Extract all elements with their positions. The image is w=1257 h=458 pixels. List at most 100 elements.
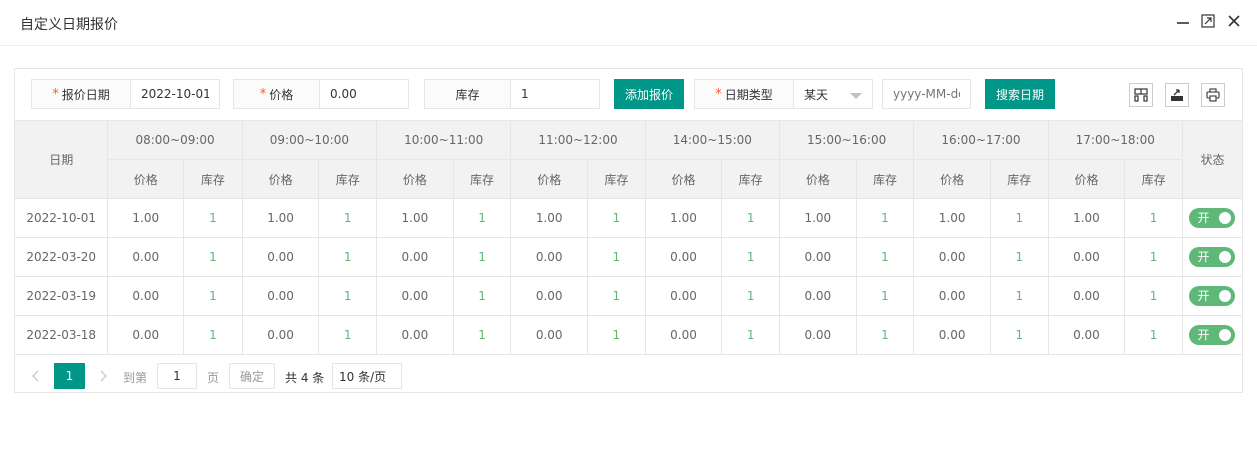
price-cell: 0.00 bbox=[913, 237, 992, 277]
stock-subheader: 库存 bbox=[587, 159, 646, 199]
stock-cell: 1 bbox=[721, 237, 780, 277]
status-toggle-label: 开 bbox=[1197, 250, 1210, 264]
price-cell: 0.00 bbox=[1047, 276, 1126, 316]
stock-cell: 1 bbox=[587, 198, 646, 238]
stock-cell: 1 bbox=[318, 276, 378, 316]
stock-cell: 1 bbox=[183, 315, 243, 355]
required-mark: * bbox=[715, 86, 722, 102]
date-type-label-text: 日期类型 bbox=[724, 87, 773, 102]
price-subheader: 价格 bbox=[376, 159, 454, 199]
pagination: 1 到第 页 确定 共 4 条 10 条/页 bbox=[15, 353, 1242, 393]
price-cell: 1.00 bbox=[778, 198, 857, 238]
page-unit-label: 页 bbox=[207, 371, 220, 385]
status-toggle-label: 开 bbox=[1197, 328, 1210, 342]
stock-cell: 1 bbox=[721, 315, 780, 355]
close-icon[interactable] bbox=[1226, 12, 1242, 30]
price-cell: 0.00 bbox=[778, 276, 857, 316]
add-quote-button[interactable]: 添加报价 bbox=[614, 79, 684, 109]
price-subheader: 价格 bbox=[1047, 159, 1126, 199]
chevron-left-icon[interactable] bbox=[25, 364, 45, 388]
price-cell: 0.00 bbox=[241, 276, 320, 316]
time-slot-header: 11:00~12:00 bbox=[510, 120, 646, 160]
status-toggle[interactable]: 开 bbox=[1189, 325, 1236, 345]
price-input[interactable] bbox=[320, 79, 409, 109]
stock-cell: 1 bbox=[721, 276, 780, 316]
stock-subheader: 库存 bbox=[452, 159, 512, 199]
row-date: 2022-10-01 bbox=[15, 198, 109, 238]
stock-cell: 1 bbox=[318, 315, 378, 355]
stock-cell: 1 bbox=[1124, 276, 1183, 316]
price-subheader: 价格 bbox=[644, 159, 723, 199]
price-cell: 0.00 bbox=[510, 276, 589, 316]
price-cell: 0.00 bbox=[376, 315, 454, 355]
stock-cell: 1 bbox=[855, 237, 915, 277]
stock-cell: 1 bbox=[452, 315, 512, 355]
price-cell: 0.00 bbox=[510, 315, 589, 355]
time-slot-header: 08:00~09:00 bbox=[107, 120, 243, 160]
stock-cell: 1 bbox=[452, 237, 512, 277]
status-cell: 开 bbox=[1181, 315, 1242, 355]
page-1-button[interactable]: 1 bbox=[54, 363, 85, 389]
stock-input[interactable] bbox=[511, 79, 600, 109]
time-slot-header: 09:00~10:00 bbox=[241, 120, 378, 160]
table-row: 2022-03-18 0.00 1 0.00 1 0.00 1 0.00 1 0.00 1 0.00 1… bbox=[15, 315, 1242, 355]
time-slot-header: 17:00~18:00 bbox=[1047, 120, 1183, 160]
status-toggle[interactable]: 开 bbox=[1189, 247, 1236, 267]
stock-cell: 1 bbox=[855, 276, 915, 316]
caret-down-icon bbox=[850, 93, 862, 99]
stock-cell: 1 bbox=[587, 237, 646, 277]
price-cell: 1.00 bbox=[107, 198, 185, 238]
columns-icon[interactable] bbox=[1129, 83, 1153, 107]
stock-subheader: 库存 bbox=[990, 159, 1049, 199]
price-subheader: 价格 bbox=[241, 159, 320, 199]
toggle-knob bbox=[1219, 290, 1232, 302]
stock-cell: 1 bbox=[855, 198, 915, 238]
stock-cell: 1 bbox=[1124, 237, 1183, 277]
stock-cell: 1 bbox=[990, 237, 1049, 277]
price-cell: 0.00 bbox=[644, 276, 723, 316]
price-cell: 0.00 bbox=[644, 237, 723, 277]
chevron-right-icon[interactable] bbox=[94, 364, 114, 388]
price-cell: 0.00 bbox=[107, 237, 185, 277]
price-cell: 0.00 bbox=[778, 237, 857, 277]
stock-cell: 1 bbox=[183, 276, 243, 316]
maximize-icon[interactable] bbox=[1200, 12, 1216, 30]
price-cell: 0.00 bbox=[376, 276, 454, 316]
stock-cell: 1 bbox=[318, 237, 378, 277]
stock-label: 库存 bbox=[424, 79, 511, 109]
price-cell: 0.00 bbox=[107, 276, 185, 316]
minimize-icon[interactable] bbox=[1175, 12, 1191, 30]
search-date-button[interactable]: 搜索日期 bbox=[985, 79, 1055, 109]
price-cell: 1.00 bbox=[241, 198, 320, 238]
time-slot-header: 14:00~15:00 bbox=[644, 120, 780, 160]
time-slot-header: 15:00~16:00 bbox=[778, 120, 915, 160]
status-toggle[interactable]: 开 bbox=[1189, 208, 1236, 228]
print-icon[interactable] bbox=[1201, 83, 1225, 107]
page-size-select[interactable]: 10 条/页 bbox=[332, 363, 402, 389]
search-date-input[interactable] bbox=[882, 79, 971, 109]
stock-cell: 1 bbox=[855, 315, 915, 355]
status-cell: 开 bbox=[1181, 237, 1242, 277]
date-column-header: 日期 bbox=[15, 120, 109, 199]
price-subheader: 价格 bbox=[510, 159, 589, 199]
date-type-select[interactable]: 某天 bbox=[794, 79, 873, 109]
goto-confirm-button[interactable]: 确定 bbox=[229, 363, 275, 389]
stock-cell: 1 bbox=[587, 315, 646, 355]
quote-date-input[interactable] bbox=[131, 79, 220, 109]
price-cell: 0.00 bbox=[644, 315, 723, 355]
row-date: 2022-03-20 bbox=[15, 237, 109, 277]
price-subheader: 价格 bbox=[107, 159, 185, 199]
status-toggle[interactable]: 开 bbox=[1189, 286, 1236, 306]
goto-page-input[interactable] bbox=[157, 363, 197, 389]
export-icon[interactable] bbox=[1165, 83, 1189, 107]
price-cell: 1.00 bbox=[510, 198, 589, 238]
price-cell: 0.00 bbox=[510, 237, 589, 277]
price-cell: 0.00 bbox=[913, 276, 992, 316]
price-cell: 0.00 bbox=[241, 315, 320, 355]
stock-cell: 1 bbox=[1124, 198, 1183, 238]
price-cell: 0.00 bbox=[778, 315, 857, 355]
price-cell: 1.00 bbox=[913, 198, 992, 238]
time-slot-header: 10:00~11:00 bbox=[376, 120, 512, 160]
row-date: 2022-03-18 bbox=[15, 315, 109, 355]
total-count: 共 4 条 bbox=[285, 371, 325, 385]
